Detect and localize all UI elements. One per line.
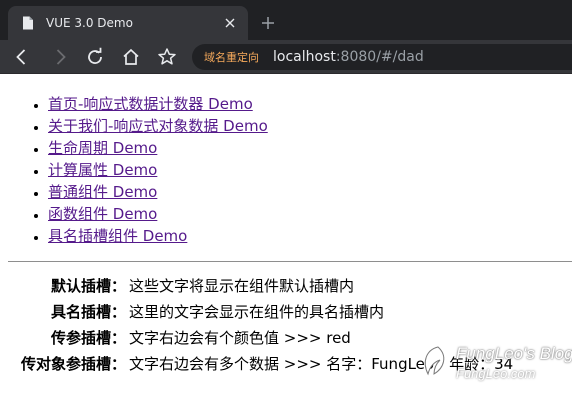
nav-link[interactable]: 函数组件 Demo [48,205,157,223]
reload-icon [88,47,102,64]
nav-link[interactable]: 普通组件 Demo [48,183,157,201]
slot-content: 这些文字将显示在组件默认插槽内 [129,277,355,295]
slot-label: 传对象参插槽： [20,355,126,373]
slot-demo-list: 默认插槽： 这些文字将显示在组件默认插槽内 具名插槽： 这里的文字会显示在组件的具名插… [0,273,572,377]
page-icon [20,15,36,31]
slot-content: 文字右边会有个颜色值 >>> red [129,329,351,347]
divider [8,261,572,262]
forward-arrow-icon [56,49,66,65]
new-tab-button[interactable] [258,13,278,33]
url-host: localhost [273,49,336,65]
nav-list-item: 计算属性 Demo [48,159,268,181]
nav-list-item: 具名插槽组件 Demo [48,225,268,247]
slot-row: 默认插槽： 这些文字将显示在组件默认插槽内 [0,273,572,299]
star-icon [158,48,176,65]
nav-list-item: 普通组件 Demo [48,181,268,203]
address-bar[interactable]: 域名重定向 localhost :8080/#/dad [192,44,572,70]
back-arrow-icon [16,49,26,65]
slot-content: 文字右边会有多个数据 >>> 名字：FungLeo，年龄：34 [129,355,514,373]
bookmark-button[interactable] [155,45,179,69]
nav-list-item: 关于我们-响应式对象数据 Demo [48,115,268,137]
nav-link-list: 首页-响应式数据计数器 Demo 关于我们-响应式对象数据 Demo 生命周期 De… [48,93,268,247]
browser-toolbar: 域名重定向 localhost :8080/#/dad [0,40,572,74]
nav-link[interactable]: 计算属性 Demo [48,161,157,179]
slot-row: 传参插槽： 文字右边会有个颜色值 >>> red [0,325,572,351]
browser-tabstrip: VUE 3.0 Demo [0,0,572,40]
nav-list-item: 首页-响应式数据计数器 Demo [48,93,268,115]
url-path: :8080/#/dad [335,49,424,65]
nav-link[interactable]: 具名插槽组件 Demo [48,227,187,245]
nav-list-item: 生命周期 Demo [48,137,268,159]
nav-link[interactable]: 生命周期 Demo [48,139,157,157]
plus-icon [262,17,274,29]
home-icon [123,48,139,65]
slot-label: 传参插槽： [50,329,126,347]
tab-title: VUE 3.0 Demo [46,16,133,30]
page-content: 首页-响应式数据计数器 Demo 关于我们-响应式对象数据 Demo 生命周期 De… [0,74,572,396]
slot-row: 具名插槽： 这里的文字会显示在组件的具名插槽内 [0,299,572,325]
forward-button[interactable] [48,45,72,69]
slot-label: 默认插槽： [50,277,126,295]
nav-list-item: 函数组件 Demo [48,203,268,225]
slot-label: 具名插槽： [50,303,126,321]
redirect-chip[interactable]: 域名重定向 [204,49,259,65]
reload-button[interactable] [83,45,107,69]
slot-row: 传对象参插槽： 文字右边会有多个数据 >>> 名字：FungLeo，年龄：34 [0,351,572,377]
back-button[interactable] [10,45,34,69]
close-icon[interactable] [222,15,238,31]
home-button[interactable] [119,45,143,69]
nav-link[interactable]: 首页-响应式数据计数器 Demo [48,95,253,113]
browser-tab[interactable]: VUE 3.0 Demo [8,6,248,40]
nav-link[interactable]: 关于我们-响应式对象数据 Demo [48,117,268,135]
slot-content: 这里的文字会显示在组件的具名插槽内 [129,303,385,321]
